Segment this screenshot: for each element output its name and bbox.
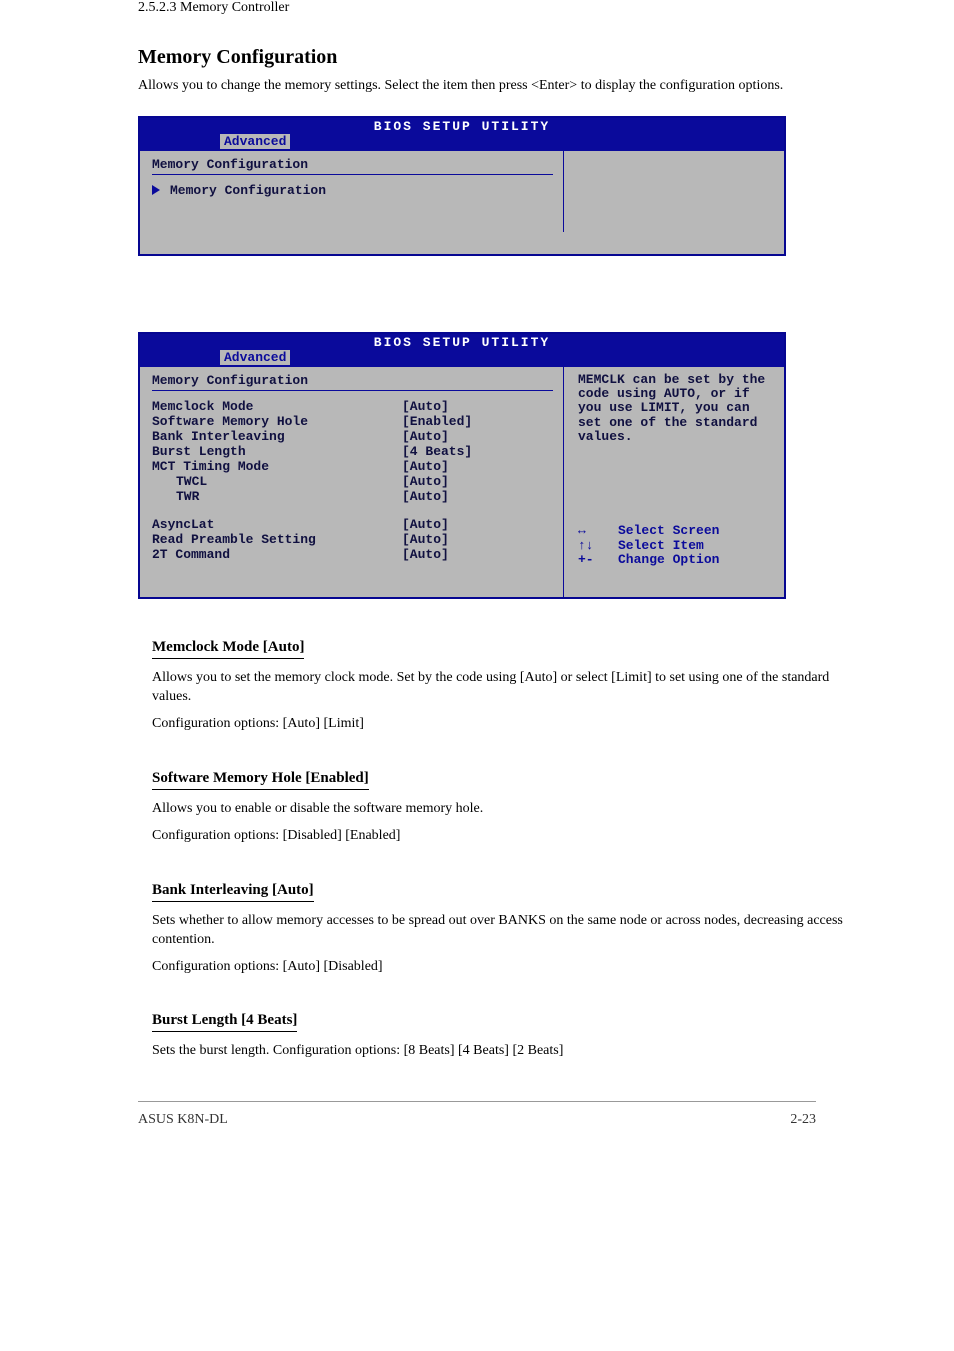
submenu-label: Memory Configuration	[170, 183, 326, 198]
option-twr[interactable]: TWR [Auto]	[152, 489, 553, 504]
option-label: Bank Interleaving	[152, 429, 402, 444]
option-value: [Auto]	[402, 429, 449, 444]
option-value: [Auto]	[402, 399, 449, 414]
key-label: Select Screen	[618, 524, 719, 538]
submenu-memory-configuration[interactable]: Memory Configuration	[152, 183, 553, 198]
option-burst-length[interactable]: Burst Length [4 Beats]	[152, 444, 553, 459]
bios-tab-advanced[interactable]: Advanced	[220, 134, 290, 149]
option-read-preamble-setting[interactable]: Read Preamble Setting [Auto]	[152, 532, 553, 547]
key-hint-select-screen: ↔ Select Screen	[578, 524, 774, 538]
bios-screenshot-1: BIOS SETUP UTILITY Advanced Memory Confi…	[138, 116, 786, 256]
footer-rule	[138, 1101, 816, 1102]
option-label: Read Preamble Setting	[152, 532, 402, 547]
bios-section-head: Memory Configuration	[152, 373, 553, 391]
bios-screenshot-2: BIOS SETUP UTILITY Advanced Memory Confi…	[138, 332, 786, 599]
subsection-body: Allows you to set the memory clock mode.…	[152, 669, 844, 707]
torn-edge	[138, 204, 786, 256]
option-label: TWCL	[152, 474, 402, 489]
subsection-config: Configuration options: [Auto] [Limit]	[152, 715, 844, 734]
option-label: Software Memory Hole	[152, 414, 402, 429]
bios-tab-row: Advanced	[140, 350, 784, 367]
option-value: [Auto]	[402, 489, 449, 504]
option-label: TWR	[152, 489, 402, 504]
option-mct-timing-mode[interactable]: MCT Timing Mode [Auto]	[152, 459, 553, 474]
option-label: MCT Timing Mode	[152, 459, 402, 474]
option-value: [Auto]	[402, 532, 449, 547]
subsection-title-bank-interleaving: Bank Interleaving [Auto]	[152, 882, 314, 902]
option-value: [4 Beats]	[402, 444, 472, 459]
option-label: AsyncLat	[152, 517, 402, 532]
option-memclock-mode[interactable]: Memclock Mode [Auto]	[152, 399, 553, 414]
subsection-body: Sets the burst length. Configuration opt…	[152, 1042, 844, 1061]
option-software-memory-hole[interactable]: Software Memory Hole [Enabled]	[152, 414, 553, 429]
option-twcl[interactable]: TWCL [Auto]	[152, 474, 553, 489]
option-value: [Auto]	[402, 517, 449, 532]
footer-left: ASUS K8N-DL	[138, 1112, 228, 1128]
help-text: MEMCLK can be set by the code using AUTO…	[578, 373, 774, 444]
subsection-title-software-memory-hole: Software Memory Hole [Enabled]	[152, 770, 369, 790]
subsection-config: Configuration options: [Auto] [Disabled]	[152, 958, 844, 977]
torn-edge	[138, 547, 786, 599]
arrows-horizontal-icon: ↔	[578, 524, 600, 538]
option-value: [Enabled]	[402, 414, 472, 429]
footer-right: 2-23	[790, 1112, 816, 1128]
bios-title: BIOS SETUP UTILITY	[140, 334, 784, 350]
triangle-right-icon	[152, 185, 160, 195]
subsection-title-memclock: Memclock Mode [Auto]	[152, 639, 304, 659]
option-bank-interleaving[interactable]: Bank Interleaving [Auto]	[152, 429, 553, 444]
option-label: Memclock Mode	[152, 399, 402, 414]
bios-section-head: Memory Configuration	[152, 157, 553, 175]
option-value: [Auto]	[402, 459, 449, 474]
section-title: Memory Configuration	[138, 46, 844, 69]
subsection-body: Allows you to enable or disable the soft…	[152, 800, 844, 819]
bios-tab-advanced[interactable]: Advanced	[220, 350, 290, 365]
option-asynclat[interactable]: AsyncLat [Auto]	[152, 517, 553, 532]
subsection-body: Sets whether to allow memory accesses to…	[152, 912, 844, 950]
bios-title: BIOS SETUP UTILITY	[140, 118, 784, 134]
section-body: Allows you to change the memory settings…	[138, 77, 844, 96]
section-path: 2.5.2.3 Memory Controller	[138, 0, 844, 16]
option-value: [Auto]	[402, 474, 449, 489]
bios-tab-row: Advanced	[140, 134, 784, 151]
option-label: Burst Length	[152, 444, 402, 459]
subsection-config: Configuration options: [Disabled] [Enabl…	[152, 827, 844, 846]
subsection-title-burst-length: Burst Length [4 Beats]	[152, 1012, 297, 1032]
